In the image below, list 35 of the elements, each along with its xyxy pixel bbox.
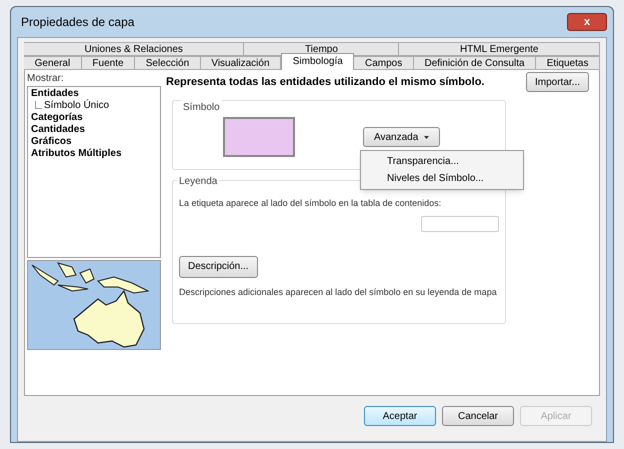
dialog-button[interactable]: Cancelar [442, 406, 514, 426]
advanced-button[interactable]: Avanzada [363, 127, 440, 147]
list-item[interactable]: Atributos Múltiples [31, 148, 157, 160]
list-item[interactable]: Símbolo Único [44, 100, 110, 112]
show-label: Mostrar: [27, 72, 65, 86]
window-title: Propiedades de capa [21, 14, 134, 31]
tab[interactable]: Visualización [200, 56, 282, 70]
caret-icon [424, 136, 430, 138]
import-button[interactable]: Importar... [526, 72, 589, 92]
label-field[interactable] [421, 216, 499, 232]
tab[interactable]: Selección [135, 56, 201, 70]
menu-item[interactable]: Niveles del Símbolo... [361, 170, 523, 187]
tree-line [35, 101, 42, 109]
tab[interactable]: Campos [354, 56, 414, 70]
list-item[interactable]: Gráficos [31, 136, 157, 148]
tab[interactable]: Uniones & Relaciones [24, 42, 244, 56]
list-item[interactable]: Categorías [31, 112, 157, 124]
tab[interactable]: HTML Emergente [399, 42, 600, 56]
group-title: Leyenda [177, 174, 220, 189]
tab[interactable]: Etiquetas [536, 56, 600, 70]
symbol-swatch[interactable] [223, 117, 295, 157]
tab[interactable]: Tiempo [244, 42, 400, 56]
list-item[interactable]: Entidades [31, 88, 157, 100]
menu-item[interactable]: Transparencia... [361, 153, 523, 170]
tab[interactable]: Fuente [82, 56, 136, 70]
label-hint: La etiqueta aparece al lado del símbolo en la tabla de contenidos: [179, 197, 442, 210]
dialog-button[interactable]: Aceptar [364, 406, 436, 426]
list-item[interactable]: Cantidades [31, 124, 157, 136]
tab[interactable]: Simbología [281, 53, 354, 70]
tab[interactable]: General [24, 56, 82, 70]
description-hint: Descripciones adicionales aparecen al lado del símbolo en su leyenda de mapa [179, 286, 498, 299]
tab[interactable]: Definición de Consulta [414, 56, 536, 70]
close-button[interactable]: x [567, 13, 607, 31]
renderer-description: Representa todas las entidades utilizando el mismo símbolo. [166, 74, 484, 90]
description-button[interactable]: Descripción... [179, 256, 258, 278]
